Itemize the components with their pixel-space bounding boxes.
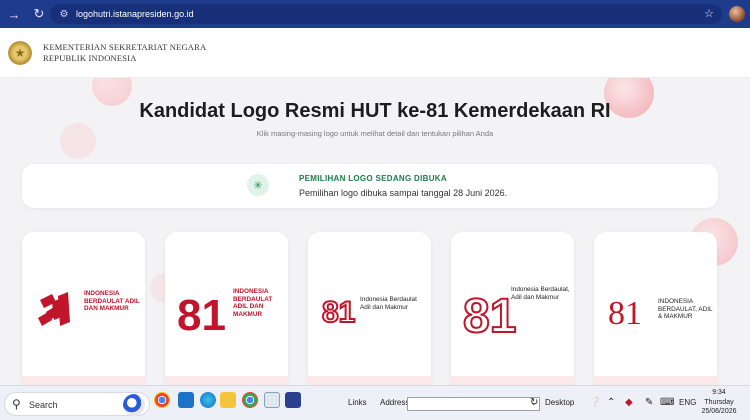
logo-label: INDONESIA BERDAULAT, ADIL & MAKMUR — [658, 298, 713, 321]
garuda-emblem-icon[interactable]: ★ — [5, 37, 35, 68]
links-toolbar[interactable]: Links — [348, 398, 367, 407]
app-icon[interactable] — [285, 392, 301, 408]
clock-date: 25/06/2026 — [701, 408, 737, 415]
edge-icon[interactable] — [200, 392, 216, 408]
logo-label: Indonesia Berdaulat, Adil dan Makmur — [511, 286, 570, 301]
keyboard-icon[interactable]: ⌨ — [660, 397, 674, 408]
logo-81-text: 81 — [608, 295, 642, 332]
system-clock[interactable]: 9:34 Thursday 25/06/2026 — [700, 388, 738, 417]
card-footer — [22, 376, 145, 385]
chevron-up-icon[interactable]: ⌃ — [607, 397, 615, 408]
language-indicator[interactable]: ENG — [679, 398, 696, 407]
logo-card-5[interactable]: 81 INDONESIA BERDAULAT, ADIL & MAKMUR — [594, 232, 717, 385]
chrome-icon[interactable] — [242, 392, 258, 408]
profile-avatar[interactable] — [729, 6, 745, 22]
logo-81-text: 81 — [463, 290, 516, 342]
card-footer — [308, 376, 431, 385]
org-name-line2: REPUBLIK INDONESIA — [43, 52, 137, 63]
browser-toolbar: → ↻ ⚙ logohutri.istanapresiden.go.id ☆ — [0, 0, 750, 28]
pen-icon[interactable]: ✎ — [645, 397, 653, 408]
clock-time: 9:34 — [712, 389, 726, 396]
search-label: Search — [29, 400, 58, 410]
logo-81-text: 81 — [177, 291, 226, 340]
address-toolbar-input[interactable]: ⌄ — [407, 397, 540, 411]
notice-title: PEMILIHAN LOGO SEDANG DIBUKA — [299, 174, 447, 183]
org-name[interactable]: KEMENTERIAN SEKRETARIAT NEGARA REPUBLIK … — [43, 42, 206, 64]
address-toolbar-label: Address — [380, 398, 410, 407]
org-name-line1: KEMENTERIAN SEKRETARIAT NEGARA — [43, 41, 207, 52]
logo-card-3[interactable]: 81 Indonesia Berdaulat Adil dan Makmur — [308, 232, 431, 385]
search-icon: ⚲ — [12, 397, 21, 411]
url-text[interactable]: logohutri.istanapresiden.go.id — [76, 9, 194, 19]
logo-81-mark: 81 — [462, 289, 517, 342]
site-info-icon[interactable]: ⚙ — [58, 8, 70, 20]
logo-card-4[interactable]: 81 Indonesia Berdaulat, Adil dan Makmur — [451, 232, 574, 385]
logo-label: INDONESIA BERDAULAT ADIL DAN MAKMUR — [233, 288, 273, 318]
card-footer — [594, 376, 717, 385]
help-icon[interactable]: ❔ — [589, 397, 601, 408]
page-title: Kandidat Logo Resmi HUT ke-81 Kemerdekaa… — [139, 100, 611, 122]
dropbox-icon[interactable]: ◆ — [625, 397, 633, 408]
card-footer — [451, 376, 574, 385]
address-bar[interactable]: ⚙ logohutri.istanapresiden.go.id ☆ — [50, 4, 722, 24]
logo-card-2[interactable]: 81 INDONESIA BERDAULAT ADIL DAN MAKMUR — [165, 232, 288, 385]
page-subtitle: Klik masing-masing logo untuk melihat de… — [256, 129, 494, 138]
notice-text: Pemilihan logo dibuka sampai tanggal 28 … — [299, 188, 508, 198]
main-content: Kandidat Logo Resmi HUT ke-81 Kemerdekaa… — [0, 78, 750, 385]
logo-label: Indonesia Berdaulat Adil dan Makmur — [360, 296, 417, 311]
go-arrow-icon[interactable]: ↻ — [530, 397, 538, 408]
site-header: ★ KEMENTERIAN SEKRETARIAT NEGARA REPUBLI… — [0, 28, 750, 78]
taskbar: ⚲ Search Links Address ⌄ ↻ Desktop ❔ ⌃ ◆… — [0, 385, 750, 420]
arrow-right-icon[interactable]: → — [3, 3, 25, 25]
file-explorer-icon[interactable] — [220, 392, 236, 408]
outlook-icon[interactable] — [178, 392, 194, 408]
chrome-icon[interactable] — [154, 392, 170, 408]
desktop-toolbar[interactable]: Desktop — [545, 398, 574, 407]
sports-ball-icon — [123, 394, 145, 416]
bookmark-star-icon[interactable]: ☆ — [704, 7, 714, 20]
sun-status-icon: ✳ — [247, 174, 269, 196]
logo-81-text: 81 — [322, 296, 355, 329]
logo-label: INDONESIA BERDAULAT ADIL DAN MAKMUR — [84, 290, 140, 313]
taskbar-search[interactable]: ⚲ Search — [4, 392, 150, 416]
reload-icon[interactable]: ↻ — [28, 3, 50, 25]
clock-day: Thursday — [704, 398, 734, 406]
logo-card-1[interactable]: INDONESIA BERDAULAT ADIL DAN MAKMUR — [22, 232, 145, 385]
voting-notice-card: ✳ PEMILIHAN LOGO SEDANG DIBUKA Pemilihan… — [22, 164, 718, 208]
notepad-icon[interactable] — [264, 392, 280, 408]
card-footer — [165, 376, 288, 385]
